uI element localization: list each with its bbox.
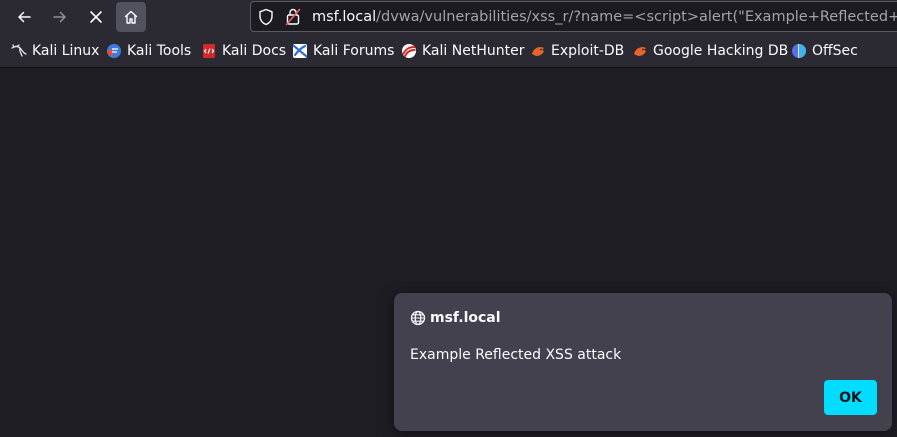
url-path: /dvwa/vulnerabilities/xss_r/?name=<scrip… xyxy=(376,9,897,25)
exploit-db-icon xyxy=(530,43,546,59)
tracking-protection-icon[interactable] xyxy=(258,8,274,30)
address-bar[interactable]: msf.local/dvwa/vulnerabilities/xss_r/?na… xyxy=(250,1,897,32)
stop-button[interactable] xyxy=(81,2,111,32)
kali-nethunter-icon xyxy=(401,43,417,59)
bookmark-google-hacking-db[interactable]: Google Hacking DB xyxy=(632,41,788,61)
kali-dragon-icon xyxy=(11,43,27,59)
bookmark-kali-tools[interactable]: Kali Tools xyxy=(106,41,191,61)
kali-forums-icon xyxy=(292,43,308,59)
bookmark-label: Kali Forums xyxy=(313,43,395,59)
home-button[interactable] xyxy=(116,2,146,32)
bookmark-kali-linux[interactable]: Kali Linux xyxy=(11,41,99,61)
arrow-left-icon xyxy=(18,11,31,23)
url-host: msf.local xyxy=(312,9,377,25)
navigation-toolbar: msf.local/dvwa/vulnerabilities/xss_r/?na… xyxy=(0,0,897,35)
bookmark-kali-nethunter[interactable]: Kali NetHunter xyxy=(401,41,524,61)
bookmark-kali-docs[interactable]: Kali Docs xyxy=(201,41,286,61)
url-text[interactable]: msf.local/dvwa/vulnerabilities/xss_r/?na… xyxy=(312,8,897,26)
insecure-lock-icon[interactable] xyxy=(285,7,301,30)
ok-button[interactable]: OK xyxy=(824,380,877,415)
back-button[interactable] xyxy=(9,2,39,32)
bookmark-label: OffSec xyxy=(812,43,858,59)
bookmark-offsec[interactable]: OffSec xyxy=(791,41,858,61)
bookmark-label: Google Hacking DB xyxy=(653,43,789,59)
bookmark-label: Kali Docs xyxy=(222,43,287,59)
offsec-icon xyxy=(791,43,807,59)
dialog-message: Example Reflected XSS attack xyxy=(410,347,622,363)
bookmark-label: Exploit-DB xyxy=(551,43,625,59)
google-hacking-db-icon xyxy=(632,43,648,59)
bookmarks-toolbar: Kali Linux Kali Tools Kali Docs Kali For… xyxy=(0,35,897,68)
bookmark-exploit-db[interactable]: Exploit-DB xyxy=(530,41,624,61)
arrow-right-icon xyxy=(53,11,66,23)
bookmark-label: Kali NetHunter xyxy=(422,43,525,59)
bookmark-kali-forums[interactable]: Kali Forums xyxy=(292,41,394,61)
kali-tools-icon xyxy=(106,43,122,59)
globe-icon xyxy=(410,310,426,330)
dialog-origin: msf.local xyxy=(430,310,501,326)
bookmark-label: Kali Tools xyxy=(127,43,192,59)
alert-dialog: msf.local Example Reflected XSS attack O… xyxy=(394,293,892,431)
close-icon xyxy=(90,11,102,23)
kali-docs-icon xyxy=(201,43,217,59)
home-icon xyxy=(124,10,138,24)
bookmark-label: Kali Linux xyxy=(32,43,100,59)
forward-button[interactable] xyxy=(45,2,75,32)
